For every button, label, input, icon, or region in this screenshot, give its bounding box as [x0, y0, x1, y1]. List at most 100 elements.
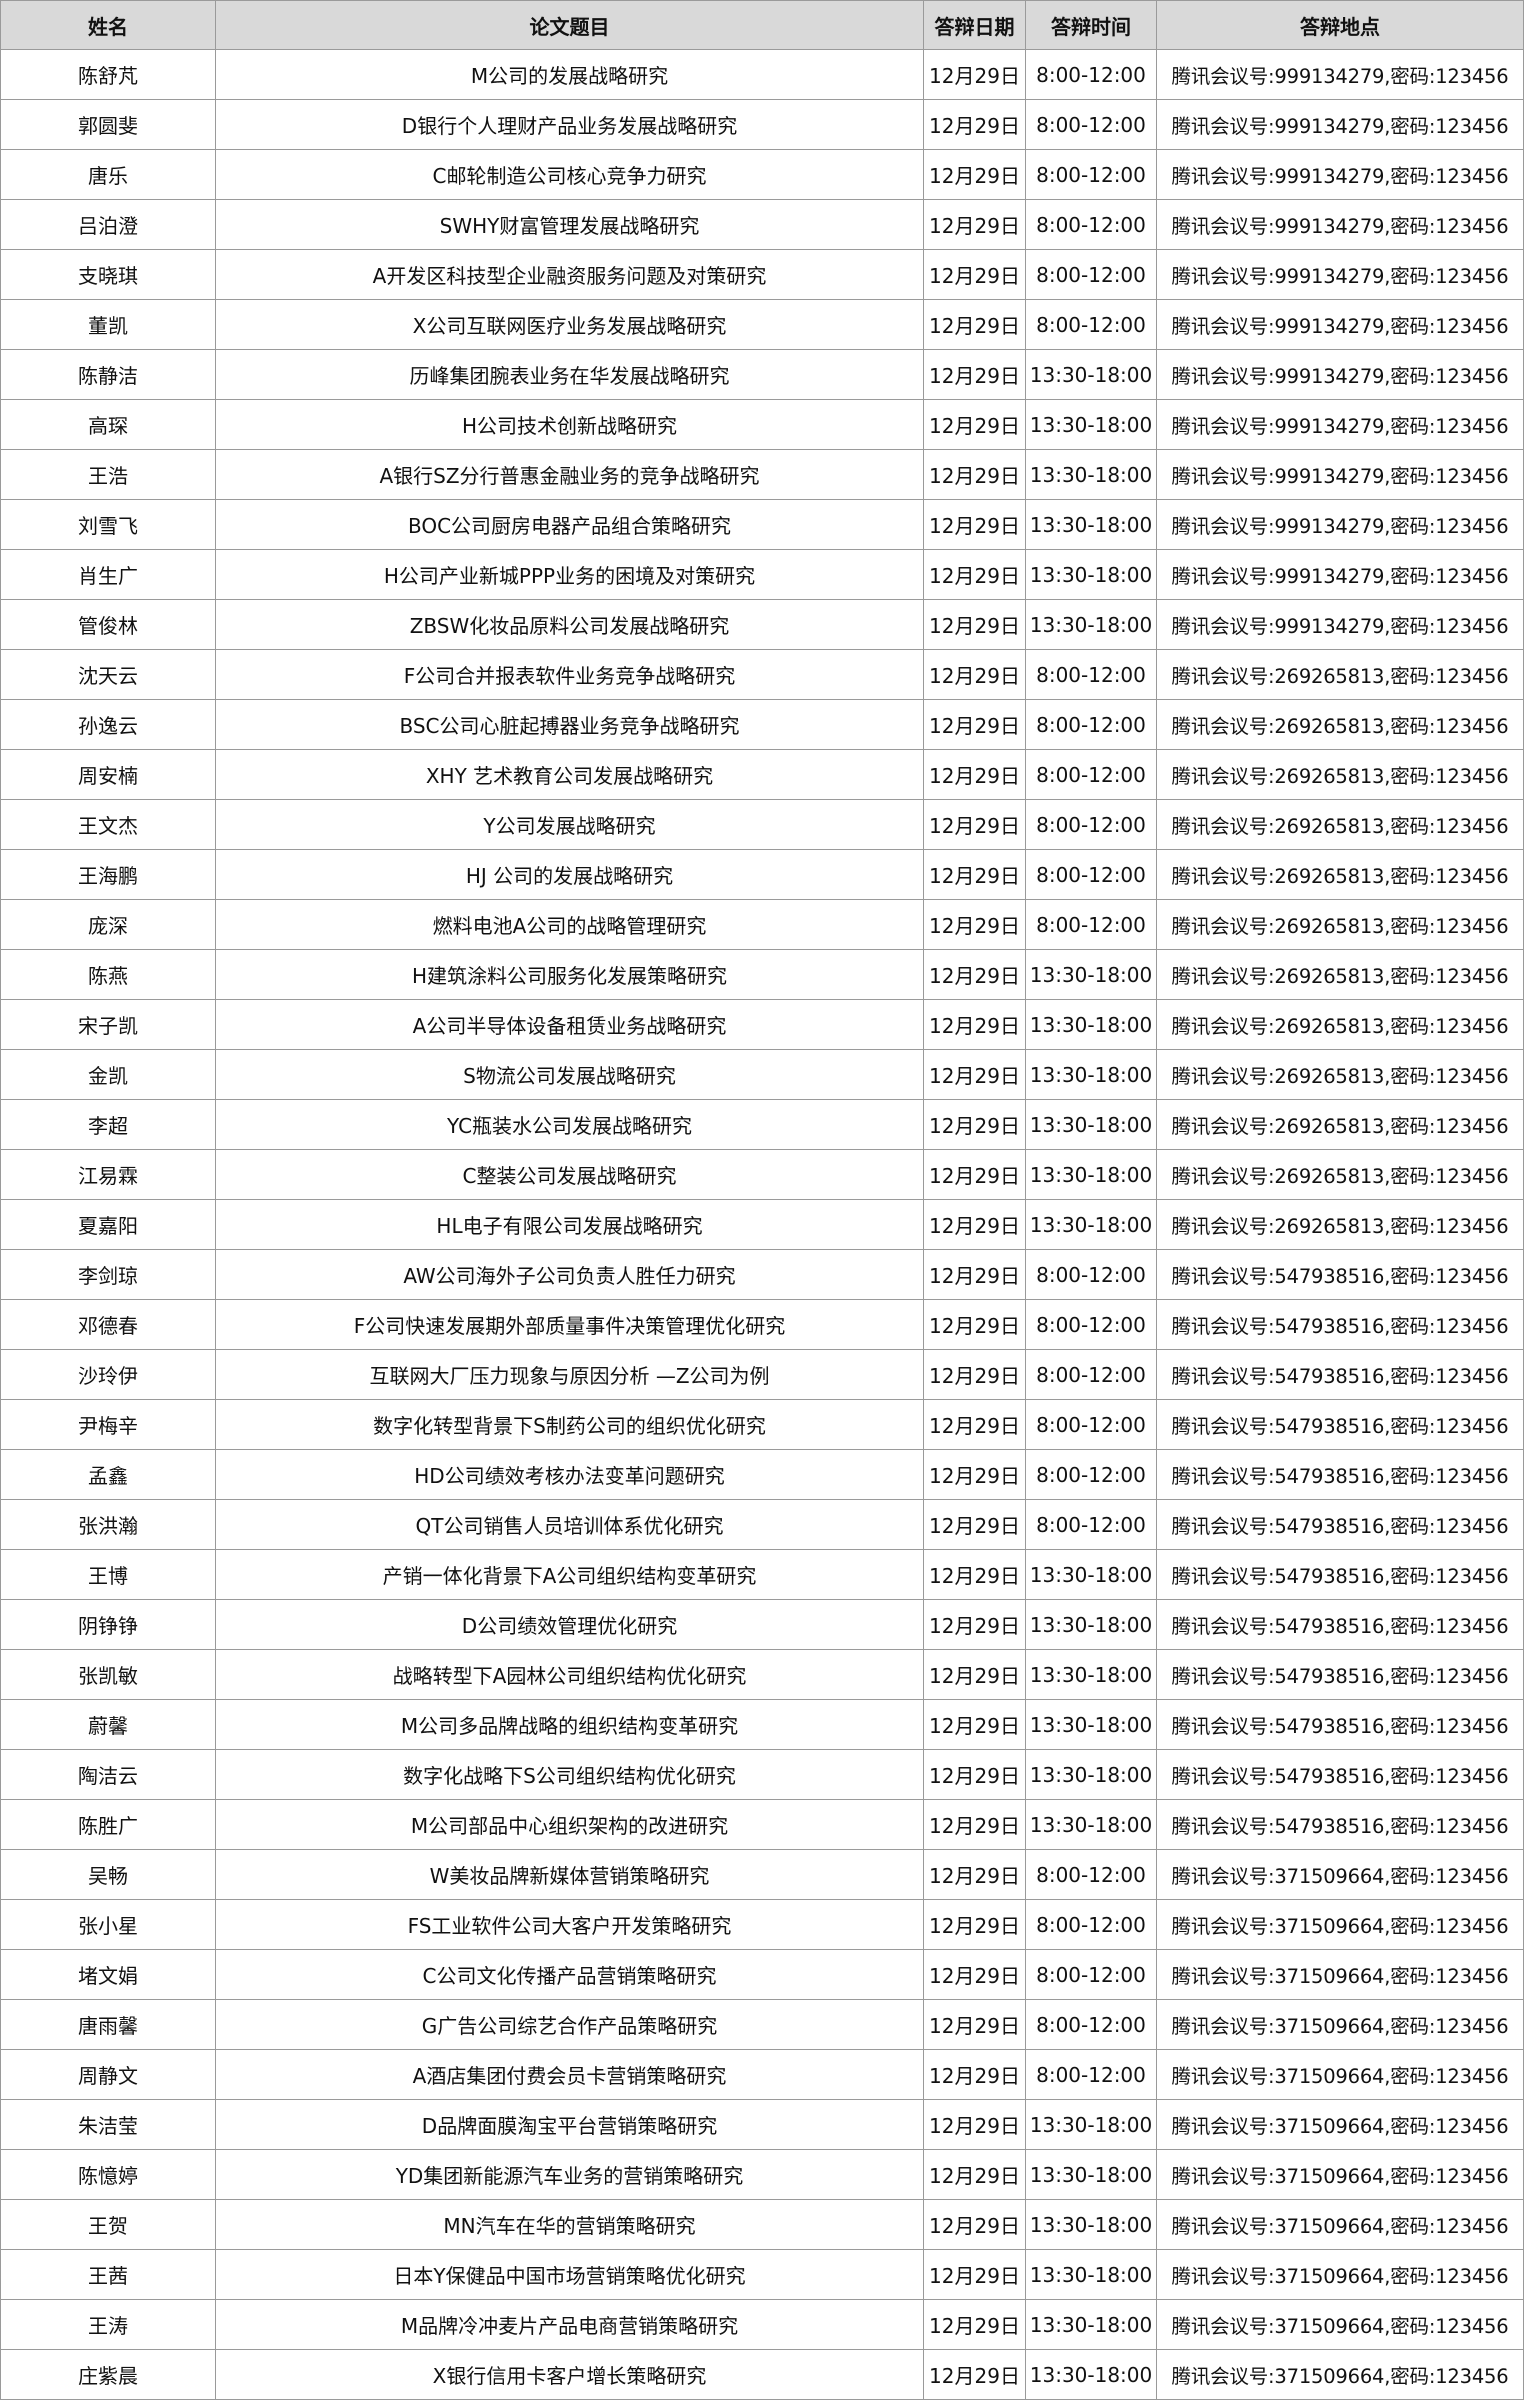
cell-date: 12月29日	[923, 2249, 1026, 2300]
cell-date: 12月29日	[923, 499, 1026, 550]
cell-thesis-title: BOC公司厨房电器产品组合策略研究	[215, 499, 924, 550]
cell-time: 8:00-12:00	[1025, 99, 1157, 150]
cell-time: 13:30-18:00	[1025, 1199, 1157, 1250]
cell-thesis-title: X公司互联网医疗业务发展战略研究	[215, 299, 924, 350]
cell-date: 12月29日	[923, 699, 1026, 750]
cell-name: 张小星	[0, 1899, 216, 1950]
cell-thesis-title: C邮轮制造公司核心竞争力研究	[215, 149, 924, 200]
cell-name: 陈静洁	[0, 349, 216, 400]
cell-time: 13:30-18:00	[1025, 549, 1157, 600]
cell-thesis-title: HD公司绩效考核办法变革问题研究	[215, 1449, 924, 1500]
cell-location: 腾讯会议号:371509664,密码:123456	[1156, 2199, 1524, 2250]
cell-name: 朱洁莹	[0, 2099, 216, 2150]
table-row: 李超 YC瓶装水公司发展战略研究 12月29日 13:30-18:00 腾讯会议号:26…	[0, 1099, 1524, 1150]
cell-date: 12月29日	[923, 949, 1026, 1000]
cell-name: 吴畅	[0, 1849, 216, 1900]
cell-name: 陈胜广	[0, 1799, 216, 1850]
cell-name: 江易霖	[0, 1149, 216, 1200]
cell-thesis-title: D品牌面膜淘宝平台营销策略研究	[215, 2099, 924, 2150]
cell-name: 孙逸云	[0, 699, 216, 750]
cell-time: 13:30-18:00	[1025, 1049, 1157, 1100]
cell-thesis-title: A银行SZ分行普惠金融业务的竞争战略研究	[215, 449, 924, 500]
cell-location: 腾讯会议号:371509664,密码:123456	[1156, 2299, 1524, 2350]
cell-thesis-title: H建筑涂料公司服务化发展策略研究	[215, 949, 924, 1000]
cell-thesis-title: S物流公司发展战略研究	[215, 1049, 924, 1100]
cell-date: 12月29日	[923, 1949, 1026, 2000]
cell-date: 12月29日	[923, 2199, 1026, 2250]
table-row: 李剑琼 AW公司海外子公司负责人胜任力研究 12月29日 8:00-12:00 腾讯会议…	[0, 1249, 1524, 1300]
cell-time: 13:30-18:00	[1025, 1549, 1157, 1600]
cell-time: 8:00-12:00	[1025, 1449, 1157, 1500]
cell-time: 13:30-18:00	[1025, 1749, 1157, 1800]
cell-time: 13:30-18:00	[1025, 399, 1157, 450]
cell-thesis-title: 数字化转型背景下S制药公司的组织优化研究	[215, 1399, 924, 1450]
cell-location: 腾讯会议号:269265813,密码:123456	[1156, 1149, 1524, 1200]
cell-location: 腾讯会议号:999134279,密码:123456	[1156, 99, 1524, 150]
table-row: 张小星 FS工业软件公司大客户开发策略研究 12月29日 8:00-12:00 腾讯会议…	[0, 1899, 1524, 1950]
cell-name: 董凯	[0, 299, 216, 350]
cell-date: 12月29日	[923, 2099, 1026, 2150]
cell-thesis-title: C整装公司发展战略研究	[215, 1149, 924, 1200]
cell-time: 8:00-12:00	[1025, 749, 1157, 800]
table-row: 堵文娟 C公司文化传播产品营销策略研究 12月29日 8:00-12:00 腾讯会议号:…	[0, 1949, 1524, 2000]
header-name: 姓名	[0, 0, 216, 50]
table-row: 周安楠 XHY 艺术教育公司发展战略研究 12月29日 8:00-12:00 腾讯会议号…	[0, 749, 1524, 800]
cell-location: 腾讯会议号:269265813,密码:123456	[1156, 849, 1524, 900]
cell-location: 腾讯会议号:269265813,密码:123456	[1156, 649, 1524, 700]
cell-name: 堵文娟	[0, 1949, 216, 2000]
table-row: 张凯敏 战略转型下A园林公司组织结构优化研究 12月29日 13:30-18:00 腾讯…	[0, 1649, 1524, 1700]
cell-thesis-title: 数字化战略下S公司组织结构优化研究	[215, 1749, 924, 1800]
cell-time: 8:00-12:00	[1025, 49, 1157, 100]
cell-name: 高琛	[0, 399, 216, 450]
cell-name: 王博	[0, 1549, 216, 1600]
cell-time: 8:00-12:00	[1025, 249, 1157, 300]
cell-location: 腾讯会议号:269265813,密码:123456	[1156, 1099, 1524, 1150]
cell-date: 12月29日	[923, 149, 1026, 200]
cell-date: 12月29日	[923, 1749, 1026, 1800]
cell-time: 8:00-12:00	[1025, 1849, 1157, 1900]
cell-thesis-title: 燃料电池A公司的战略管理研究	[215, 899, 924, 950]
table-row: 郭圆斐 D银行个人理财产品业务发展战略研究 12月29日 8:00-12:00 腾讯会议…	[0, 99, 1524, 150]
cell-time: 13:30-18:00	[1025, 449, 1157, 500]
cell-location: 腾讯会议号:371509664,密码:123456	[1156, 2349, 1524, 2400]
cell-thesis-title: M品牌冷冲麦片产品电商营销策略研究	[215, 2299, 924, 2350]
cell-name: 邓德春	[0, 1299, 216, 1350]
cell-location: 腾讯会议号:999134279,密码:123456	[1156, 549, 1524, 600]
cell-thesis-title: D银行个人理财产品业务发展战略研究	[215, 99, 924, 150]
cell-location: 腾讯会议号:999134279,密码:123456	[1156, 299, 1524, 350]
cell-location: 腾讯会议号:547938516,密码:123456	[1156, 1699, 1524, 1750]
table-row: 宋子凯 A公司半导体设备租赁业务战略研究 12月29日 13:30-18:00 腾讯会议…	[0, 999, 1524, 1050]
cell-date: 12月29日	[923, 1799, 1026, 1850]
table-row: 金凯 S物流公司发展战略研究 12月29日 13:30-18:00 腾讯会议号:2692…	[0, 1049, 1524, 1100]
cell-date: 12月29日	[923, 99, 1026, 150]
cell-date: 12月29日	[923, 1299, 1026, 1350]
cell-thesis-title: YC瓶装水公司发展战略研究	[215, 1099, 924, 1150]
cell-date: 12月29日	[923, 1049, 1026, 1100]
cell-thesis-title: G广告公司综艺合作产品策略研究	[215, 1999, 924, 2050]
cell-name: 周安楠	[0, 749, 216, 800]
cell-name: 张洪瀚	[0, 1499, 216, 1550]
cell-thesis-title: C公司文化传播产品营销策略研究	[215, 1949, 924, 2000]
cell-location: 腾讯会议号:547938516,密码:123456	[1156, 1749, 1524, 1800]
cell-time: 8:00-12:00	[1025, 1349, 1157, 1400]
table-row: 夏嘉阳 HL电子有限公司发展战略研究 12月29日 13:30-18:00 腾讯会议号:…	[0, 1199, 1524, 1250]
cell-thesis-title: W美妆品牌新媒体营销策略研究	[215, 1849, 924, 1900]
cell-date: 12月29日	[923, 249, 1026, 300]
cell-time: 13:30-18:00	[1025, 2299, 1157, 2350]
cell-name: 陶洁云	[0, 1749, 216, 1800]
cell-time: 8:00-12:00	[1025, 1249, 1157, 1300]
cell-thesis-title: 日本Y保健品中国市场营销策略优化研究	[215, 2249, 924, 2300]
cell-thesis-title: AW公司海外子公司负责人胜任力研究	[215, 1249, 924, 1300]
cell-thesis-title: H公司技术创新战略研究	[215, 399, 924, 450]
cell-date: 12月29日	[923, 299, 1026, 350]
cell-location: 腾讯会议号:999134279,密码:123456	[1156, 349, 1524, 400]
cell-time: 8:00-12:00	[1025, 1999, 1157, 2050]
table-row: 董凯 X公司互联网医疗业务发展战略研究 12月29日 8:00-12:00 腾讯会议号:…	[0, 299, 1524, 350]
cell-location: 腾讯会议号:371509664,密码:123456	[1156, 1949, 1524, 2000]
table-row: 王浩 A银行SZ分行普惠金融业务的竞争战略研究 12月29日 13:30-18:00 腾…	[0, 449, 1524, 500]
cell-time: 8:00-12:00	[1025, 899, 1157, 950]
cell-thesis-title: XHY 艺术教育公司发展战略研究	[215, 749, 924, 800]
cell-location: 腾讯会议号:547938516,密码:123456	[1156, 1299, 1524, 1350]
cell-time: 13:30-18:00	[1025, 1599, 1157, 1650]
defense-schedule-table: 姓名 论文题目 答辩日期 答辩时间 答辩地点 陈舒芃 M公司的发展战略研究 12月2…	[0, 0, 1524, 2400]
